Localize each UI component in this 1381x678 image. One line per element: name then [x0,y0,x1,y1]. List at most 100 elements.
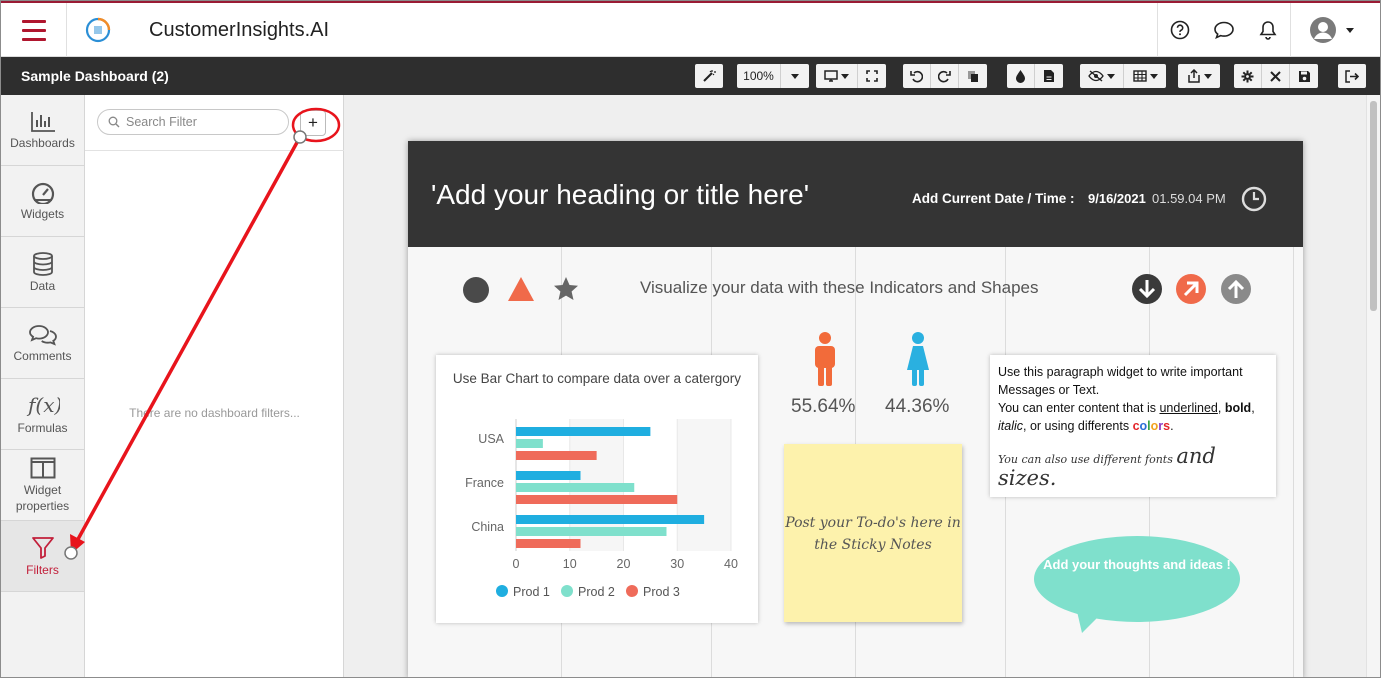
share-button[interactable] [1178,64,1220,88]
close-icon [1270,70,1281,82]
undo-button[interactable] [903,64,931,88]
fullscreen-button[interactable] [858,64,886,88]
male-percentage: 55.64% [791,396,856,417]
italic-text: italic [998,419,1024,433]
exit-group [1338,64,1366,88]
dashboard-board: 'Add your heading or title here' Add Cur… [408,141,1303,677]
star-shape-icon[interactable] [553,276,579,302]
add-filter-button[interactable]: + [300,110,326,136]
bar-chart-widget[interactable]: Use Bar Chart to compare data over a cat… [436,355,758,623]
chat-icon[interactable] [1202,3,1246,57]
zoom-dropdown-button[interactable] [781,64,809,88]
device-view-button[interactable] [816,64,858,88]
zoom-level[interactable]: 100% [737,64,781,88]
y-tick-label: China [471,520,504,534]
save-button[interactable] [1290,64,1318,88]
arrow-up-right-indicator-icon[interactable] [1175,273,1207,305]
bar-prod-2 [516,439,543,448]
header-icons [1157,3,1380,57]
search-filter-input[interactable] [126,115,276,129]
male-figure-icon [815,332,835,386]
share-group [1178,64,1220,88]
clock-icon [1241,186,1267,212]
export-file-button[interactable] [1035,64,1063,88]
nav-item-formulas[interactable]: f(x) Formulas [1,379,84,450]
exit-button[interactable] [1338,64,1366,88]
fullscreen-icon [866,70,878,82]
nav-label: Filters [26,562,59,577]
vertical-scrollbar[interactable] [1366,95,1380,677]
app-logo [85,17,111,43]
speech-bubble-text: Add your thoughts and ideas ! [1043,557,1231,572]
legend-marker [561,585,573,597]
x-tick-label: 10 [563,557,577,571]
legend-label: Prod 3 [643,585,680,599]
nav-item-widget-properties[interactable]: Widget properties [1,450,84,521]
nav-label: Dashboards [10,135,75,150]
scrollbar-thumb[interactable] [1370,101,1377,311]
gear-icon [1241,70,1254,82]
search-icon [108,116,120,128]
chevron-down-icon [791,73,799,79]
bar-prod-3 [516,495,678,504]
user-avatar-icon [1310,17,1336,43]
left-nav: Dashboards Widgets Data Comments f(x) Fo… [1,95,85,677]
paragraph-line: You can also use different fonts and siz… [998,446,1270,490]
nav-item-filters[interactable]: Filters [1,521,84,592]
copy-button[interactable] [959,64,987,88]
magic-group [695,64,723,88]
close-button[interactable] [1262,64,1290,88]
x-tick-label: 20 [617,557,631,571]
chevron-down-icon [1107,73,1115,79]
copy-icon [968,70,978,82]
bell-icon[interactable] [1246,3,1290,57]
redo-button[interactable] [931,64,959,88]
nav-label: Widgets [20,206,65,221]
color-fill-button[interactable] [1007,64,1035,88]
dashboard-toolbar: Sample Dashboard (2) 100% [1,57,1380,95]
nav-label: Widget properties [15,482,70,513]
paragraph-line: italic, or using differents colors. [998,417,1270,435]
visibility-button[interactable] [1080,64,1124,88]
nav-label: Comments [13,348,72,363]
y-tick-label: France [465,476,504,490]
paragraph-widget[interactable]: Use this paragraph widget to write impor… [990,355,1276,497]
legend-marker [496,585,508,597]
magic-wand-button[interactable] [695,64,723,88]
magic-wand-icon [703,70,716,82]
sticky-note-widget[interactable]: Post your To-do's here in the Sticky Not… [784,444,962,622]
monitor-icon [824,70,838,82]
function-icon: f(x) [26,394,60,417]
triangle-shape-icon[interactable] [507,275,535,303]
circle-shape-icon[interactable] [462,276,490,304]
date-value: 9/16/2021 [1088,191,1146,206]
undo-icon [910,70,923,82]
paragraph-line: You can enter content that is underlined… [998,399,1270,417]
sign-out-icon [1345,69,1359,83]
arrow-up-indicator-icon[interactable] [1220,273,1252,305]
app-window: CustomerInsights.AI Sample Dashboard (2) [0,0,1381,678]
bar-prod-1 [516,471,581,480]
history-group [903,64,987,88]
settings-button[interactable] [1234,64,1262,88]
heading-widget[interactable]: 'Add your heading or title here' [431,179,809,211]
bar-chart-icon [30,111,55,132]
nav-item-data[interactable]: Data [1,237,84,308]
nav-item-dashboards[interactable]: Dashboards [1,95,84,166]
help-icon[interactable] [1158,3,1202,57]
x-tick-label: 30 [670,557,684,571]
grid-button[interactable] [1124,64,1166,88]
paragraph-fragment: . [1170,419,1174,433]
speech-bubble-widget[interactable] [1034,536,1240,622]
nav-item-widgets[interactable]: Widgets [1,166,84,237]
hamburger-menu-icon[interactable] [1,3,67,57]
eye-slash-icon [1088,70,1104,82]
nav-item-comments[interactable]: Comments [1,308,84,379]
fonts-text: You can also use different fonts [998,453,1173,466]
dashboard-title: Sample Dashboard (2) [21,68,169,84]
paragraph-line: Use this paragraph widget to write impor… [998,365,1243,397]
legend-label: Prod 1 [513,585,550,599]
user-menu[interactable] [1291,16,1380,44]
paragraph-fragment: You can enter content that is [998,401,1160,415]
arrow-down-indicator-icon[interactable] [1131,273,1163,305]
